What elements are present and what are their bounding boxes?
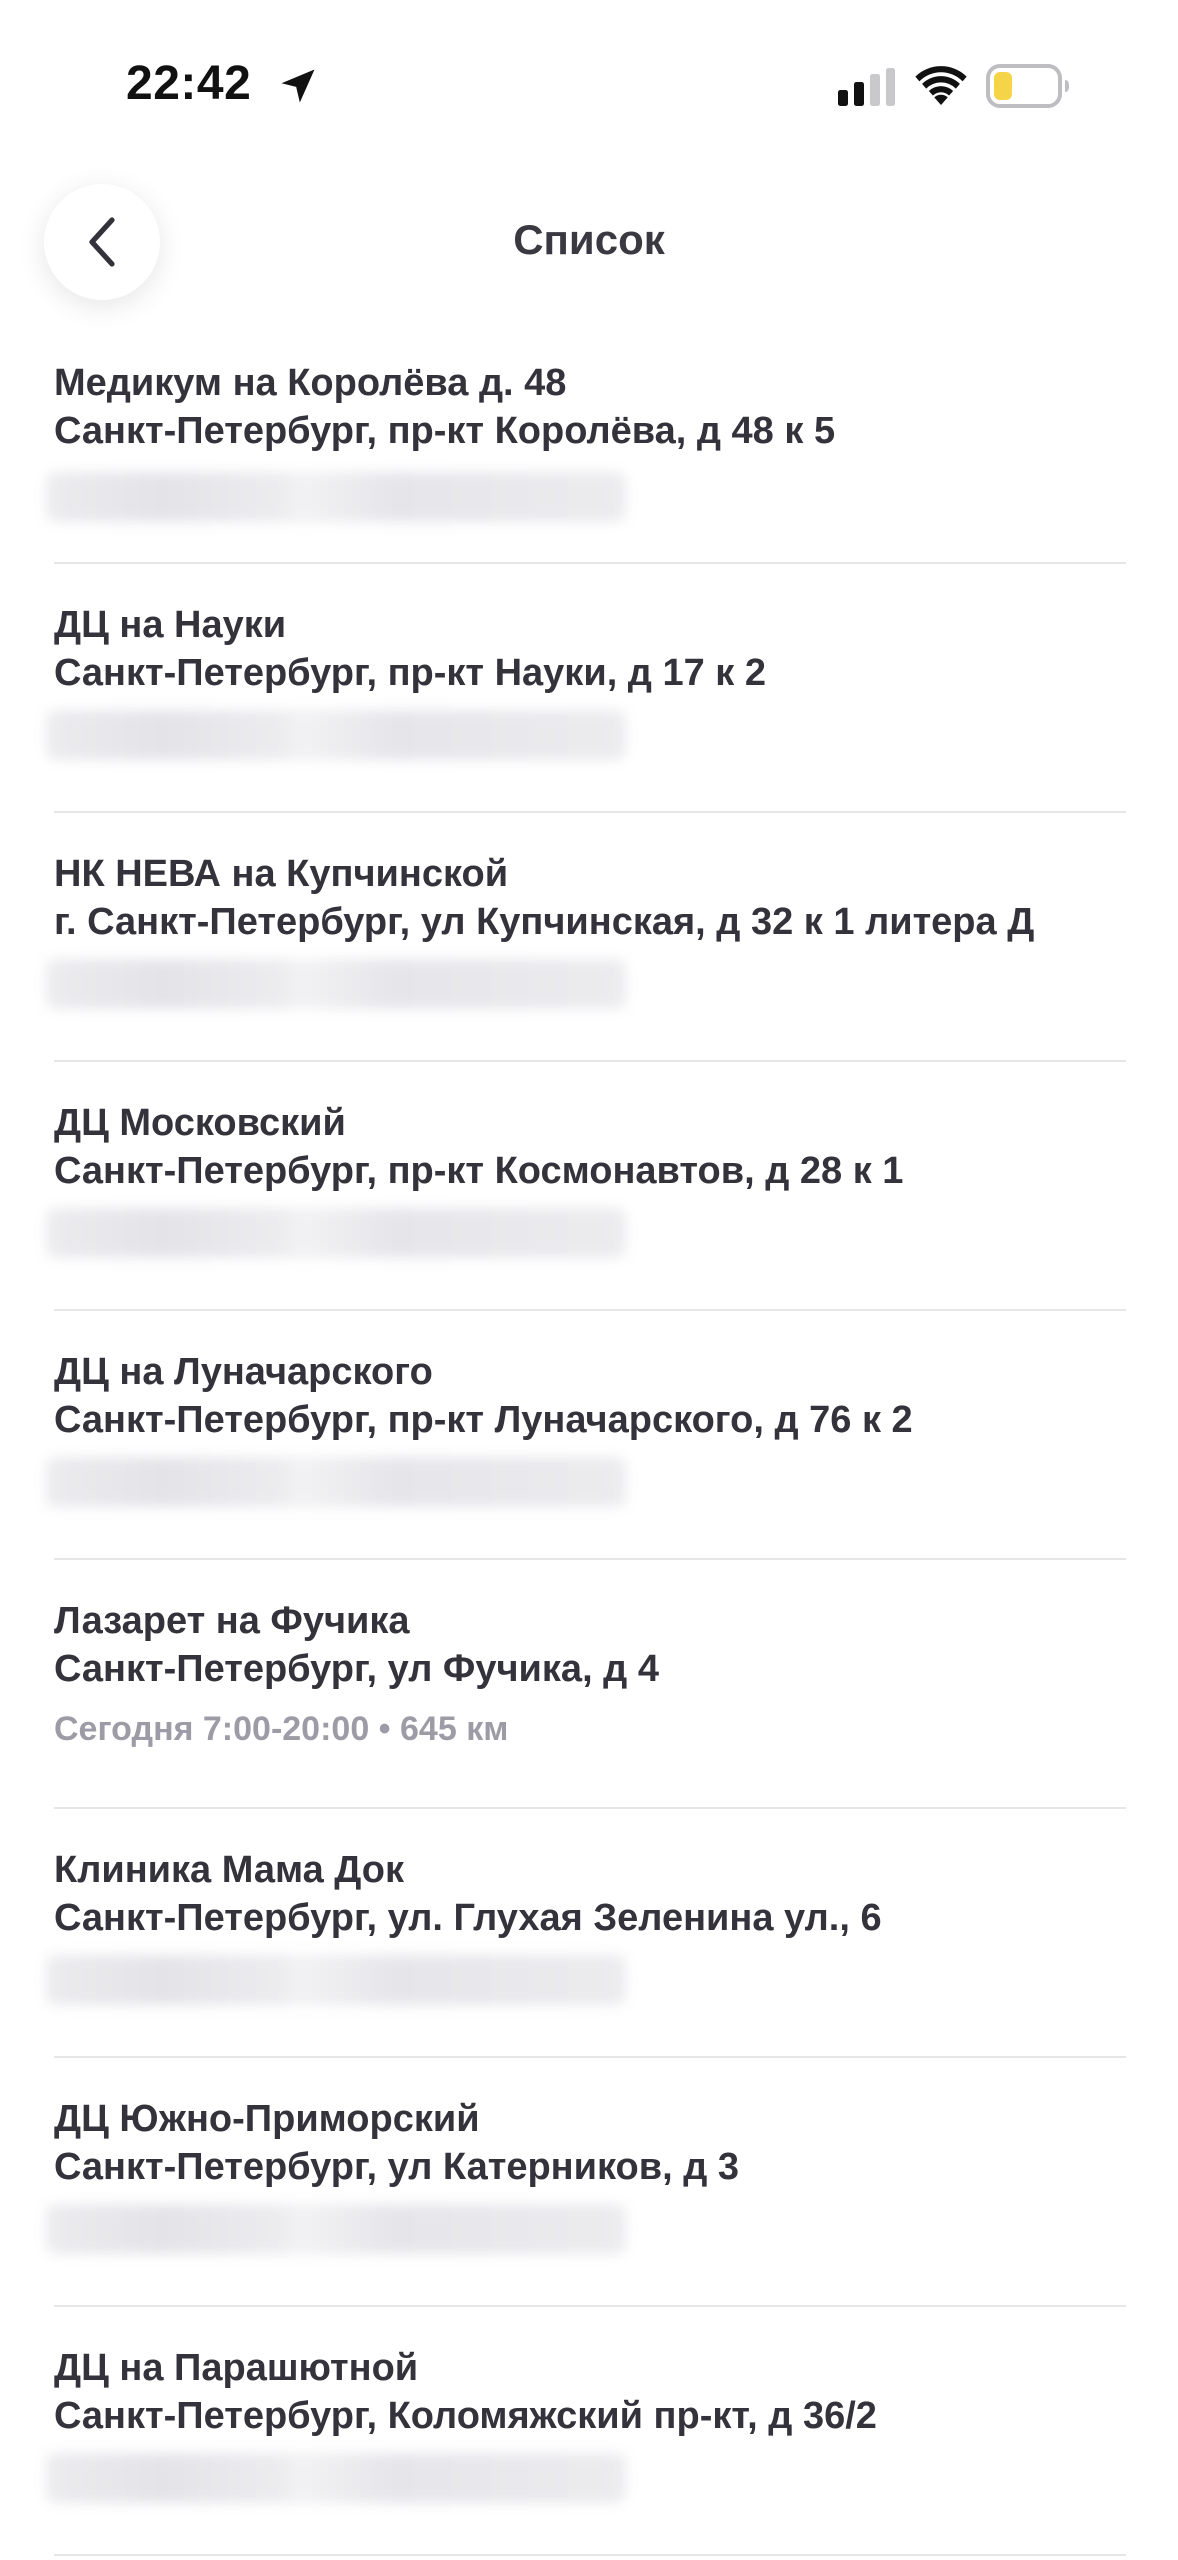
clinic-name: ДЦ Южно-Приморский (54, 2098, 480, 2140)
clinic-address: Санкт-Петербург, Коломяжский пр-кт, д 36… (54, 2395, 877, 2437)
clinic-list: Медикум на Королёва д. 48 Санкт-Петербур… (0, 320, 1178, 2556)
clinic-address: Санкт-Петербург, ул Катерников, д 3 (54, 2146, 740, 2188)
clinic-address: Санкт-Петербург, ул Фучика, д 4 (54, 1648, 659, 1690)
clinic-schedule-blurred (46, 2204, 626, 2254)
clinic-address: Санкт-Петербург, пр-кт Королёва, д 48 к … (54, 410, 836, 452)
clinic-address: Санкт-Петербург, пр-кт Науки, д 17 к 2 (54, 652, 767, 694)
clinic-schedule-blurred (46, 1955, 626, 2005)
clinic-address: Санкт-Петербург, пр-кт Космонавтов, д 28… (54, 1150, 904, 1192)
clinic-schedule-blurred (46, 710, 626, 760)
clinic-name: ДЦ Московский (54, 1102, 346, 1144)
clinic-schedule-blurred (46, 472, 626, 522)
clinic-item[interactable]: ДЦ Южно-Приморский Санкт-Петербург, ул К… (46, 2058, 1126, 2307)
header: Список (0, 160, 1178, 320)
clinic-item[interactable]: ДЦ на Науки Санкт-Петербург, пр-кт Науки… (46, 564, 1126, 813)
clinic-name: НК НЕВА на Купчинской (54, 853, 509, 895)
location-arrow-icon (281, 69, 315, 103)
wifi-icon (915, 66, 967, 105)
clinic-item[interactable]: ДЦ на Луначарского Санкт-Петербург, пр-к… (46, 1311, 1126, 1560)
clinic-address: г. Санкт-Петербург, ул Купчинская, д 32 … (54, 901, 1035, 943)
clinic-name: Клиника Мама Док (54, 1849, 405, 1891)
clinic-item[interactable]: ДЦ Московский Санкт-Петербург, пр-кт Кос… (46, 1062, 1126, 1311)
battery-low-icon (986, 64, 1069, 108)
clinic-item[interactable]: Медикум на Королёва д. 48 Санкт-Петербур… (46, 320, 1126, 564)
clinic-schedule: Сегодня 7:00-20:00 • 645 км (54, 1710, 509, 1748)
clinic-schedule-blurred (46, 959, 626, 1009)
clinic-item[interactable]: Лазарет на Фучика Санкт-Петербург, ул Фу… (54, 1560, 1126, 1809)
clinic-name: ДЦ на Парашютной (54, 2347, 419, 2389)
page-title: Список (513, 216, 665, 263)
clinic-name: Медикум на Королёва д. 48 (54, 362, 567, 404)
status-time: 22:42 (126, 57, 252, 110)
clinic-name: ДЦ на Науки (54, 604, 287, 646)
clinic-address: Санкт-Петербург, пр-кт Луначарского, д 7… (54, 1399, 913, 1441)
clinic-address: Санкт-Петербург, ул. Глухая Зеленина ул.… (54, 1897, 882, 1939)
clinic-schedule-blurred (46, 2453, 626, 2503)
clinic-item[interactable]: ДЦ на Парашютной Санкт-Петербург, Коломя… (46, 2307, 1126, 2556)
clinic-item[interactable]: Клиника Мама Док Санкт-Петербург, ул. Гл… (46, 1809, 1126, 2058)
clinic-schedule-blurred (46, 1208, 626, 1258)
clinic-item[interactable]: НК НЕВА на Купчинской г. Санкт-Петербург… (46, 813, 1126, 1062)
status-bar: 22:42 (0, 0, 1178, 160)
clinic-schedule-blurred (46, 1457, 626, 1507)
clinic-name: Лазарет на Фучика (54, 1600, 410, 1642)
cellular-signal-icon (838, 68, 895, 106)
clinic-name: ДЦ на Луначарского (54, 1351, 433, 1393)
